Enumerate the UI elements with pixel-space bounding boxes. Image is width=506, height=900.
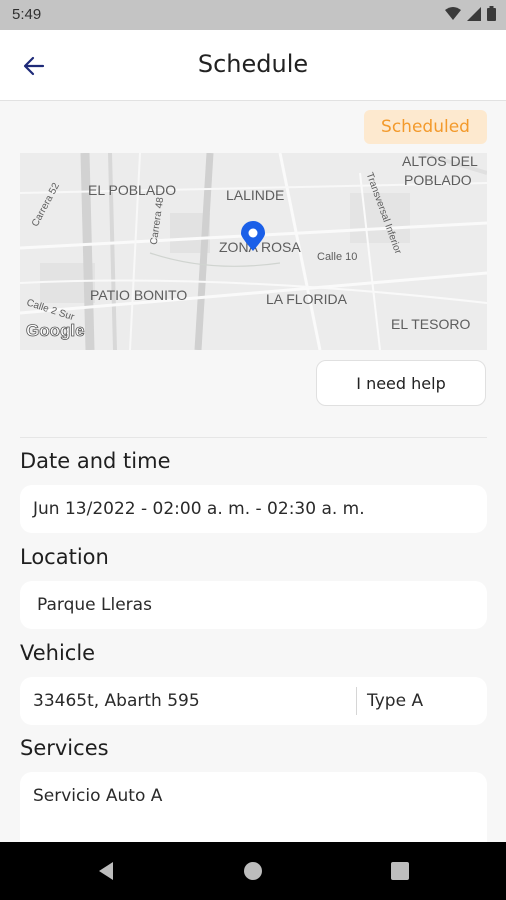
services-value: Servicio Auto A xyxy=(33,786,163,806)
cell-signal-icon xyxy=(467,6,481,21)
services-label: Services xyxy=(20,736,109,760)
system-nav-bar xyxy=(0,842,506,900)
map-label: EL POBLADO xyxy=(88,182,176,198)
back-triangle-icon xyxy=(99,862,113,880)
home-circle-icon xyxy=(244,862,262,880)
status-badge: Scheduled xyxy=(364,110,487,144)
date-time-label: Date and time xyxy=(20,449,171,473)
battery-icon xyxy=(487,6,496,21)
map-label: POBLADO xyxy=(404,172,472,188)
wifi-icon xyxy=(445,6,461,20)
map-label: LA FLORIDA xyxy=(266,291,348,307)
recents-square-icon xyxy=(391,862,409,880)
vehicle-label: Vehicle xyxy=(20,641,96,665)
date-time-field: Jun 13/2022 - 02:00 a. m. - 02:30 a. m. xyxy=(20,485,487,533)
nav-recents-button[interactable] xyxy=(385,856,415,886)
nav-home-button[interactable] xyxy=(238,856,268,886)
vehicle-value: 33465t, Abarth 595 xyxy=(33,691,200,711)
map-canvas: EL POBLADO LALINDE ALTOS DEL POBLADO ZON… xyxy=(20,153,487,350)
status-icons xyxy=(445,6,496,21)
status-time: 5:49 xyxy=(12,6,42,23)
location-label: Location xyxy=(20,545,109,569)
status-bar: 5:49 xyxy=(0,0,506,30)
map-label: ALTOS DEL xyxy=(402,153,478,169)
map-label: LALINDE xyxy=(226,187,284,203)
nav-back-button[interactable] xyxy=(91,856,121,886)
vehicle-type: Type A xyxy=(356,687,423,715)
need-help-button[interactable]: I need help xyxy=(316,360,486,406)
location-field: Parque Lleras xyxy=(20,581,487,629)
google-logo: Google xyxy=(26,321,85,340)
vehicle-field: 33465t, Abarth 595 Type A xyxy=(20,677,487,725)
date-time-value: Jun 13/2022 - 02:00 a. m. - 02:30 a. m. xyxy=(33,499,365,519)
location-value: Parque Lleras xyxy=(37,595,152,615)
divider xyxy=(20,437,487,438)
map-label: EL TESORO xyxy=(391,316,470,332)
page-title: Schedule xyxy=(197,50,309,78)
app-bar: Schedule xyxy=(0,30,506,101)
map-label: PATIO BONITO xyxy=(90,287,187,303)
map-view[interactable]: EL POBLADO LALINDE ALTOS DEL POBLADO ZON… xyxy=(20,153,487,350)
map-label: Calle 10 xyxy=(317,251,357,263)
